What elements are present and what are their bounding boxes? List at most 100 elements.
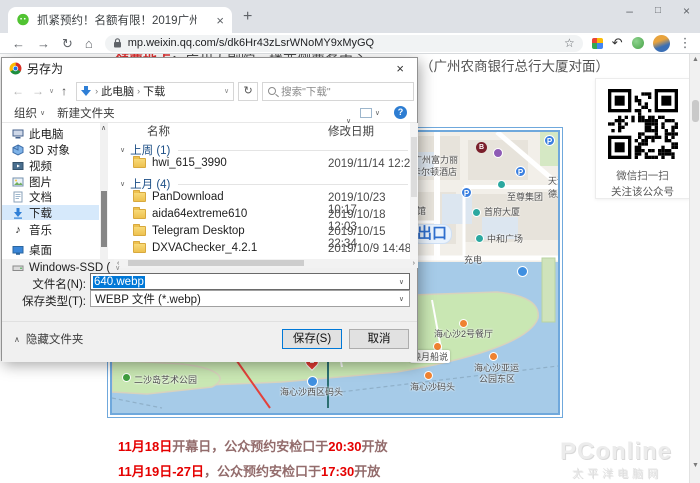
file-row[interactable]: Telegram Desktop: [133, 225, 245, 237]
sidebar-item-3d-objects[interactable]: 3D 对象: [2, 142, 99, 157]
group-collapse-icon[interactable]: ∨: [120, 180, 125, 188]
dialog-titlebar[interactable]: 另存为 ×: [2, 58, 417, 79]
hotel-icon: [493, 148, 503, 158]
map-label-restaurant: 海心沙2号餐厅: [434, 327, 493, 340]
window-maximize-icon[interactable]: □: [655, 5, 661, 18]
folder-icon: [133, 209, 146, 219]
breadcrumb-downloads[interactable]: 下载: [143, 83, 165, 99]
scroll-up-icon[interactable]: ▲: [690, 56, 700, 63]
park-gate-icon: [489, 352, 498, 361]
group-header-last-month[interactable]: ∨ 上月 (4): [120, 176, 408, 192]
extension-icon[interactable]: [592, 38, 603, 49]
nav-back-icon[interactable]: ←: [12, 84, 24, 98]
file-row[interactable]: hwi_615_3990: [133, 157, 227, 169]
save-button[interactable]: 保存(S): [282, 329, 342, 349]
view-mode-icon[interactable]: [360, 108, 372, 118]
folder-icon: [133, 192, 146, 202]
group-rule: [178, 150, 408, 151]
h-scroll-right-icon[interactable]: ›: [413, 259, 415, 268]
qr-caption-1: 微信扫一扫: [596, 168, 689, 184]
browser-refresh-icon[interactable]: ↻: [62, 37, 73, 50]
undo-extension-icon[interactable]: ↶: [612, 35, 623, 51]
tab-close-icon[interactable]: ×: [216, 14, 224, 27]
file-row[interactable]: DXVAChecker_4.2.1: [133, 242, 257, 254]
organize-button[interactable]: 组织: [14, 105, 37, 121]
filename-value: 640.webp: [93, 276, 145, 288]
browser-home-icon[interactable]: ⌂: [85, 37, 93, 50]
pictures-icon: [12, 176, 24, 188]
3d-objects-icon: [12, 144, 24, 156]
cancel-button[interactable]: 取消: [349, 329, 409, 349]
search-icon: [268, 87, 276, 95]
sidebar-item-music[interactable]: ♪ 音乐: [2, 222, 99, 237]
list-h-scrollbar-thumb[interactable]: [128, 260, 304, 266]
metro-icon: [475, 234, 484, 243]
hide-folders-button[interactable]: ∧ 隐藏文件夹: [14, 331, 83, 347]
page-scrollbar[interactable]: ▲ ▼: [689, 54, 700, 483]
search-placeholder: 搜索"下载": [281, 84, 330, 99]
lock-icon: [113, 38, 122, 48]
group-header-last-week[interactable]: ∨ 上周 (1): [120, 142, 408, 158]
sidebar-item-documents[interactable]: 文档: [2, 189, 99, 204]
nav-history-chevron-icon[interactable]: ∨: [49, 87, 54, 95]
sidebar-item-videos[interactable]: 视频: [2, 158, 99, 173]
address-bar[interactable]: › 此电脑 › 下载 ∨: [76, 82, 234, 101]
new-tab-button[interactable]: +: [243, 8, 252, 26]
sidebar-scrollbar[interactable]: [100, 123, 108, 269]
file-row[interactable]: PanDownload: [133, 191, 224, 203]
browser-back-icon[interactable]: ←: [12, 37, 25, 50]
map-label-tianhe: 天河: [548, 174, 560, 187]
nav-up-icon[interactable]: ↑: [61, 84, 67, 98]
address-chevron-icon[interactable]: ∨: [224, 87, 229, 95]
sidebar-item-windows-ssd[interactable]: Windows-SSD ( ∨: [2, 260, 99, 275]
sidebar-item-this-pc[interactable]: 此电脑: [2, 126, 99, 141]
scroll-down-icon[interactable]: ▼: [690, 462, 700, 469]
sidebar-item-pictures[interactable]: 图片: [2, 174, 99, 189]
watermark-sub: 太平洋电脑网: [572, 465, 662, 481]
bus-stop-icon: B: [476, 142, 487, 153]
filename-input[interactable]: 640.webp ∨: [90, 273, 410, 290]
map-label-zhonghe: 中和广场: [487, 232, 523, 245]
sidebar-item-downloads[interactable]: 下载: [2, 205, 99, 220]
file-row[interactable]: aida64extreme610: [133, 208, 247, 220]
refresh-button[interactable]: ↻: [238, 82, 258, 101]
breadcrumb-this-pc[interactable]: 此电脑: [101, 83, 134, 99]
browser-tab[interactable]: 抓紧预约！名额有限！2019广州 ×: [8, 7, 232, 33]
list-scrollbar[interactable]: [410, 123, 418, 259]
filename-chevron-icon[interactable]: ∨: [399, 278, 409, 286]
new-folder-button[interactable]: 新建文件夹: [57, 105, 115, 121]
list-scrollbar-thumb[interactable]: [411, 137, 417, 197]
column-header-date[interactable]: 修改日期: [328, 123, 374, 139]
group-collapse-icon[interactable]: ∨: [120, 146, 125, 154]
file-date: 2019/10/9 14:48: [328, 243, 411, 255]
save-as-dialog: 另存为 × ← → ∨ ↑ › 此电脑 › 下载 ∨ ↻ 搜索"下载" 组织: [1, 57, 418, 361]
profile-avatar[interactable]: [653, 35, 670, 52]
window-close-icon[interactable]: ×: [683, 4, 690, 18]
parking-icon: P: [544, 135, 555, 146]
green-extension-icon[interactable]: [632, 37, 644, 49]
parking-icon: P: [515, 166, 526, 177]
metro-icon: [497, 180, 506, 189]
browser-menu-icon[interactable]: ⋮: [679, 35, 692, 51]
view-mode-chevron-icon[interactable]: ∨: [375, 109, 380, 117]
sidebar-scroll-down-icon[interactable]: ∨: [115, 264, 120, 272]
save-type-select[interactable]: WEBP 文件 (*.webp) ∨: [90, 290, 410, 307]
help-button[interactable]: ?: [394, 106, 407, 119]
hide-folders-chevron-icon: ∧: [14, 335, 20, 344]
column-header-name[interactable]: 名称: [147, 123, 170, 139]
footer-divider: [2, 321, 417, 322]
save-type-chevron-icon[interactable]: ∨: [399, 295, 409, 303]
dialog-close-icon[interactable]: ×: [390, 61, 410, 76]
window-minimize-icon[interactable]: –: [626, 4, 633, 18]
browser-forward-icon[interactable]: →: [37, 37, 50, 50]
list-h-scrollbar[interactable]: ‹ ›: [114, 259, 418, 268]
url-bar[interactable]: mp.weixin.qq.com/s/dk6Hr43zLsrWNoMY9xMyG…: [105, 35, 583, 52]
page-scrollbar-thumb[interactable]: [692, 100, 699, 122]
filename-label: 文件名(N):: [6, 276, 86, 292]
nav-forward-icon[interactable]: →: [32, 84, 44, 98]
sidebar-scrollbar-thumb[interactable]: [101, 191, 107, 247]
sidebar-scroll-up-icon[interactable]: ∧: [101, 124, 106, 132]
search-box[interactable]: 搜索"下载": [262, 82, 414, 101]
bookmark-star-icon[interactable]: ☆: [564, 36, 575, 50]
sidebar-item-desktop[interactable]: 桌面: [2, 242, 99, 257]
